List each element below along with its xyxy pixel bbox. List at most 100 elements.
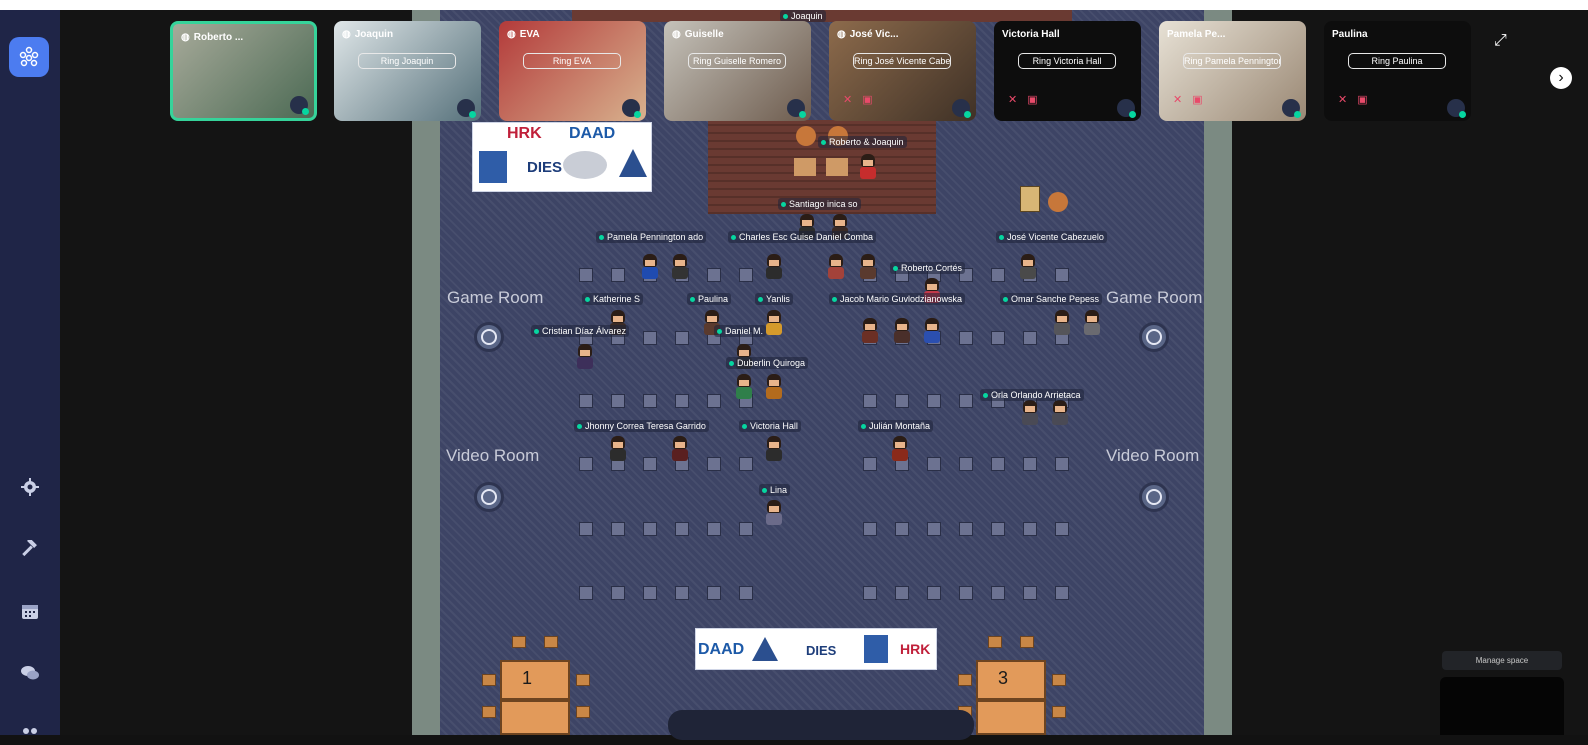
name-tag: Julián Montaña [858, 420, 934, 432]
avatar-character[interactable] [1050, 400, 1070, 428]
name-tag: Jacob Mario Guvlodzianowska [829, 293, 966, 305]
avatar-character[interactable] [608, 436, 628, 464]
avatar-character[interactable] [670, 436, 690, 464]
camera-off-icon: ▣ [1357, 94, 1368, 106]
avatar-character[interactable] [892, 318, 912, 346]
avatar-character[interactable] [858, 154, 878, 182]
daad-logo-text: DAAD [569, 125, 616, 142]
avatar-character[interactable] [764, 254, 784, 282]
tile-name: ◍ EVA [507, 29, 540, 40]
calendar-icon[interactable] [15, 596, 45, 626]
settings-gear-icon[interactable] [15, 472, 45, 502]
name-tag: Jhonny Correa Teresa Garrido [574, 420, 709, 432]
avatar-character[interactable] [858, 254, 878, 282]
desk [959, 522, 973, 536]
avatar-character[interactable] [922, 318, 942, 346]
build-hammer-icon[interactable] [15, 534, 45, 564]
name-tag: Pamela Pennington ado [596, 231, 707, 243]
desk [579, 457, 593, 471]
chair [512, 636, 526, 648]
ring-button[interactable]: Ring Victoria Hall [1018, 53, 1116, 69]
avatar-character[interactable] [1082, 310, 1102, 338]
ring-button[interactable]: Ring EVA [523, 53, 621, 69]
video-tile-pamela[interactable]: Pamela Pe... Ring Pamela Pennington ✕ ▣ [1159, 21, 1306, 121]
table-1: 1 [500, 660, 570, 700]
hrk-logo-text: HRK [900, 641, 931, 657]
avatar-character[interactable] [860, 318, 880, 346]
tile-name: Paulina [1332, 29, 1368, 40]
desk [1023, 586, 1037, 600]
manage-space-button[interactable]: Manage space [1442, 651, 1562, 670]
chair [544, 636, 558, 648]
chair [958, 674, 972, 686]
game-room-portal-right[interactable] [1139, 322, 1169, 352]
notice-board[interactable] [1020, 186, 1040, 212]
avatar-character[interactable] [1018, 254, 1038, 282]
desk [643, 394, 657, 408]
desk [1023, 331, 1037, 345]
game-room-portal-left[interactable] [474, 322, 504, 352]
hrk-logo-text: HRK [507, 125, 542, 142]
desk [927, 394, 941, 408]
expand-icon[interactable]: ⤢ [1494, 32, 1507, 50]
name-tag: Charles Esc Guise Daniel Comba [728, 231, 877, 243]
video-tile-guiselle[interactable]: ◍ Guiselle Ring Guiselle Romero [664, 21, 811, 121]
tile-name: Pamela Pe... [1167, 29, 1226, 40]
desk [675, 586, 689, 600]
avatar-character[interactable] [734, 374, 754, 402]
bottom-toolbar[interactable] [668, 710, 974, 740]
ring-button[interactable]: Ring Pamela Pennington [1183, 53, 1281, 69]
chevron-right-icon[interactable]: › [1550, 67, 1572, 89]
video-room-portal-right[interactable] [1139, 482, 1169, 512]
name-tag: Roberto Cortés [890, 262, 966, 274]
ring-button[interactable]: Ring Paulina [1348, 53, 1446, 69]
table-3: 3 [976, 660, 1046, 700]
video-tile-jose-vicente[interactable]: ◍ José Vic... Ring José Vicente Cabez ✕ ▣ [829, 21, 976, 121]
avatar-character[interactable] [764, 374, 784, 402]
chat-bubbles-icon[interactable] [15, 658, 45, 688]
camera-off-icon: ▣ [1027, 94, 1038, 106]
ring-button[interactable]: Ring Guiselle Romero [688, 53, 786, 69]
avatar-character[interactable] [890, 436, 910, 464]
video-room-portal-left[interactable] [474, 482, 504, 512]
gather-logo-icon[interactable] [9, 37, 49, 77]
table-4 [976, 700, 1046, 735]
sponsor-banner-bottom: DAAD DIES HRK [695, 628, 937, 670]
avatar [622, 99, 641, 118]
room-label-game-left: Game Room [447, 288, 544, 307]
video-tile-victoria-hall[interactable]: Victoria Hall Ring Victoria Hall ✕ ▣ [994, 21, 1141, 121]
room-label-video-left: Video Room [446, 446, 540, 465]
table-number: 3 [998, 668, 1009, 688]
tile-name: ◍ Joaquin [342, 29, 394, 40]
avatar-character[interactable] [764, 310, 784, 338]
name-tag: Daniel M. [714, 325, 767, 337]
desk [895, 522, 909, 536]
ring-button[interactable]: Ring José Vicente Cabez [853, 53, 951, 69]
avatar-character[interactable] [764, 436, 784, 464]
desk [707, 394, 721, 408]
desk [991, 331, 1005, 345]
desk [1023, 457, 1037, 471]
avatar-character[interactable] [826, 254, 846, 282]
muted-indicators: ✕ ▣ [1008, 93, 1038, 106]
avatar-character[interactable] [1052, 310, 1072, 338]
name-tag: Cristian Díaz Álvarez [531, 325, 630, 337]
video-tile-roberto[interactable]: ◍ Roberto ... [170, 21, 317, 121]
desk [959, 394, 973, 408]
desk [927, 522, 941, 536]
video-tile-paulina[interactable]: Paulina Ring Paulina ✕ ▣ [1324, 21, 1471, 121]
desk [611, 586, 625, 600]
desk [991, 457, 1005, 471]
desk [895, 394, 909, 408]
video-tile-eva[interactable]: ◍ EVA Ring EVA [499, 21, 646, 121]
avatar-character[interactable] [575, 344, 595, 372]
chair [576, 674, 590, 686]
avatar-character[interactable] [670, 254, 690, 282]
participants-icon[interactable] [15, 715, 45, 745]
avatar-character[interactable] [640, 254, 660, 282]
daad-logo-text: DAAD [698, 641, 745, 658]
avatar-character[interactable] [1020, 400, 1040, 428]
ring-button[interactable]: Ring Joaquin [358, 53, 456, 69]
video-tile-joaquin[interactable]: ◍ Joaquin Ring Joaquin [334, 21, 481, 121]
avatar-character[interactable] [764, 500, 784, 528]
